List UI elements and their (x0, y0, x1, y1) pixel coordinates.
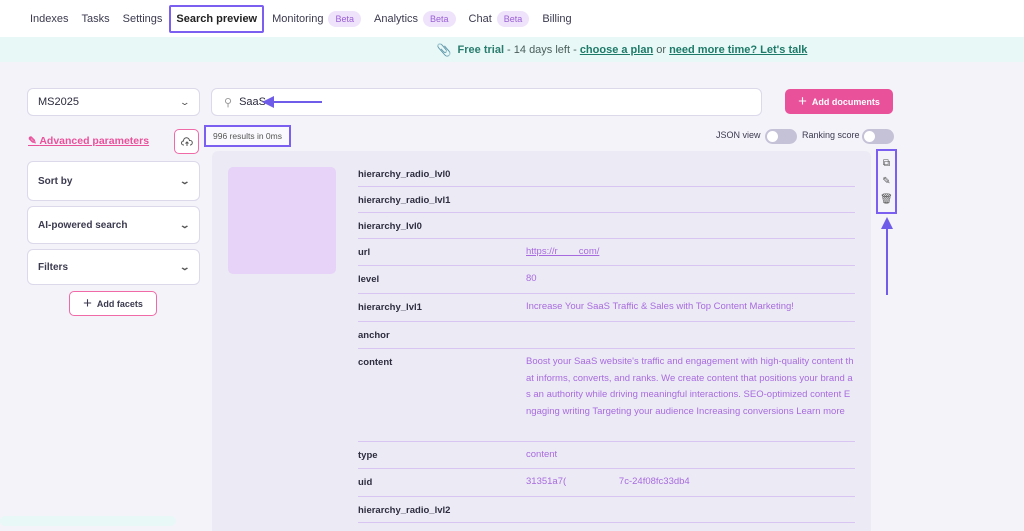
field-key: anchor (358, 330, 390, 341)
field-key: hierarchy_lvl0 (358, 221, 422, 232)
field-row: level 80 (358, 266, 855, 294)
add-facets-button[interactable]: + Add facets (69, 291, 157, 316)
nav-tab-label: Analytics (374, 12, 419, 25)
nav-tab-tasks[interactable]: Tasks (82, 13, 110, 25)
nav-tab-label: Monitoring (272, 12, 324, 25)
nav-tab-label: Indexes (30, 12, 69, 25)
nav-tab-label: Settings (122, 12, 163, 25)
trash-icon[interactable]: 🗑 (880, 194, 893, 205)
nav-tab-indexes[interactable]: Indexes (30, 13, 69, 25)
field-key: hierarchy_lvl1 (358, 302, 422, 313)
field-row: url https://r com/ (358, 239, 855, 266)
field-value: Boost your SaaS website's traffic and en… (526, 356, 854, 417)
add-facets-label: Add facets (96, 298, 143, 309)
trial-days: - 14 days left - (504, 43, 580, 56)
add-documents-label: Add documents (811, 96, 880, 107)
field-row: hierarchy_radio_lvl2 (358, 497, 855, 523)
field-row: hierarchy_radio_lvl1 (358, 187, 855, 213)
paperclip-icon: 📎 (436, 42, 452, 57)
ranking-score-label: Ranking score (802, 130, 860, 140)
cloud-upload-icon (180, 136, 193, 146)
nav-tab-analytics[interactable]: Analytics Beta (374, 10, 456, 27)
advanced-parameters-link[interactable]: ✎ Advanced parameters (28, 135, 149, 147)
filters-panel[interactable]: Filters ⌄ (27, 249, 200, 285)
field-row: hierarchy_lvl1 Increase Your SaaS Traffic… (358, 294, 855, 322)
document-thumbnail (228, 167, 336, 274)
field-row: hierarchy_radio_lvl0 (358, 161, 855, 187)
field-row: hierarchy_lvl0 (358, 213, 855, 239)
document-actions: ⧉ ✎ 🗑 (876, 149, 897, 214)
sort-by-panel[interactable]: Sort by ⌄ (27, 161, 200, 201)
ai-search-label: AI-powered search (38, 219, 128, 231)
chevron-down-icon: ⌄ (179, 261, 191, 272)
index-select[interactable]: MS2025 ⌄ (27, 88, 200, 116)
nav-tab-label: Tasks (81, 12, 110, 25)
trial-banner: 📎 Free trial - 14 days left - choose a p… (0, 37, 1024, 62)
field-key: hierarchy_radio_lvl1 (358, 195, 451, 206)
ai-search-panel[interactable]: AI-powered search ⌄ (27, 206, 200, 244)
field-link[interactable]: https://r com/ (526, 244, 855, 261)
field-value: 80 (526, 273, 537, 284)
more-time-link[interactable]: need more time? Let's talk (669, 44, 807, 56)
plus-icon: + (83, 295, 92, 312)
top-nav: Indexes Tasks Settings Search preview Monito… (0, 0, 1024, 37)
field-key: type (358, 450, 378, 461)
copy-icon[interactable]: ⧉ (883, 158, 890, 169)
nav-tab-settings[interactable]: Settings (123, 13, 163, 25)
trial-or: or (653, 43, 670, 56)
nav-tab-monitoring[interactable]: Monitoring Beta (272, 10, 361, 27)
advanced-parameters-label: Advanced parameters (39, 135, 150, 147)
json-view-toggle[interactable] (765, 129, 797, 144)
nav-tab-billing[interactable]: Billing (542, 13, 571, 25)
nav-tab-label: Billing (542, 12, 572, 25)
chevron-down-icon: ⌄ (179, 96, 191, 107)
beta-badge: Beta (496, 10, 530, 27)
search-icon: ⚲ (224, 96, 233, 109)
sort-by-label: Sort by (38, 175, 73, 187)
field-row: type content (358, 442, 855, 469)
beta-badge: Beta (328, 10, 361, 27)
results-summary: 996 results in 0ms (204, 125, 291, 147)
choose-plan-link[interactable]: choose a plan (580, 44, 653, 56)
field-row: anchor (358, 322, 855, 349)
field-value: content (526, 449, 558, 460)
nav-tab-label: Chat (468, 12, 492, 25)
nav-tab-search-preview[interactable]: Search preview (169, 4, 265, 33)
field-row: content Boost your SaaS website's traffic… (358, 349, 855, 442)
beta-badge: Beta (423, 10, 456, 27)
chevron-down-icon: ⌄ (179, 219, 191, 230)
field-key: hierarchy_radio_lvl0 (358, 169, 451, 180)
field-key: hierarchy_radio_lvl2 (358, 505, 451, 516)
chevron-down-icon: ⌄ (179, 175, 191, 186)
nav-tab-chat[interactable]: Chat Beta (468, 10, 530, 27)
plus-icon: + (798, 93, 807, 110)
bottom-panel-edge (0, 516, 176, 526)
annotation-arrow-up (881, 217, 893, 295)
document-fields: hierarchy_radio_lvl0 hierarchy_radio_lvl1… (358, 161, 855, 523)
field-key: content (358, 357, 393, 368)
field-row: uid 31351a7( 7c-24f08fc33db4 (358, 469, 855, 497)
filters-label: Filters (38, 261, 69, 273)
edit-pencil-icon[interactable]: ✎ (882, 176, 890, 187)
field-key: url (358, 247, 371, 258)
json-view-label: JSON view (716, 130, 761, 140)
upload-cloud-button[interactable] (174, 129, 199, 154)
field-key: uid (358, 477, 373, 488)
field-value: Increase Your SaaS Traffic & Sales with … (526, 301, 794, 312)
nav-tab-label: Search preview (176, 12, 258, 25)
field-key: level (358, 274, 380, 285)
ranking-score-toggle[interactable] (862, 129, 894, 144)
add-documents-button[interactable]: + Add documents (785, 89, 893, 114)
annotation-arrow-left (262, 96, 322, 108)
index-select-value: MS2025 (38, 96, 79, 108)
field-value: 31351a7( 7c-24f08fc33db4 (526, 476, 690, 487)
trial-title: Free trial (457, 43, 504, 56)
